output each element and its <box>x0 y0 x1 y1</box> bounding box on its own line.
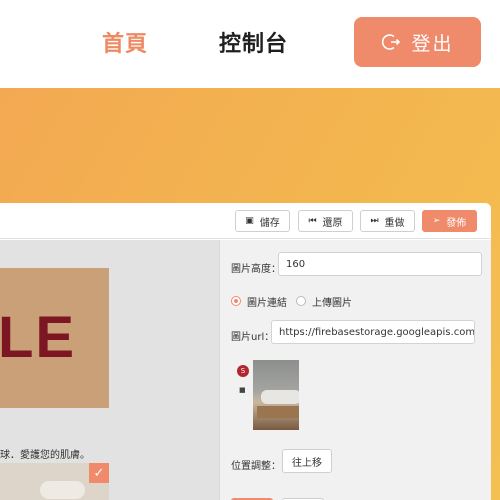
pillow-image <box>40 481 85 499</box>
logout-label: 登出 <box>411 32 454 55</box>
radio-image-link[interactable] <box>231 296 241 306</box>
publish-button[interactable]: ➢ 發佈 <box>422 210 477 232</box>
publish-label: 發佈 <box>446 217 467 229</box>
settings-sidebar: 圖片高度： 160 圖片連結 上傳圖片 圖片url： https://fireb… <box>219 240 491 500</box>
editor-toolbar: ▣ 儲存 ⏮ 還原 ⏭ 重做 ➢ 發佈 <box>0 203 491 239</box>
radio-upload-image[interactable] <box>296 296 306 306</box>
height-label: 圖片高度： <box>231 264 281 275</box>
editor-panel: ▣ 儲存 ⏮ 還原 ⏭ 重做 ➢ 發佈 LE 球．愛護您的肌膚。 ✓ 圖片高度：… <box>0 203 491 500</box>
save-icon: ▣ <box>245 216 254 226</box>
upload-image-option-label[interactable]: 上傳圖片 <box>312 294 352 309</box>
preview-canvas: LE 球．愛護您的肌膚。 ✓ <box>0 240 219 500</box>
url-input[interactable]: https://firebasestorage.googleapis.com/v… <box>271 320 475 344</box>
height-input[interactable]: 160 <box>278 252 482 276</box>
undo-button[interactable]: ⏮ 還原 <box>298 210 353 232</box>
undo-label: 還原 <box>322 217 343 229</box>
move-up-button[interactable]: 往上移 <box>282 449 332 473</box>
logout-icon <box>382 34 401 50</box>
save-button[interactable]: ▣ 儲存 <box>235 210 290 232</box>
undo-icon: ⏮ <box>308 216 317 226</box>
bed-frame-image <box>257 406 299 418</box>
redo-button[interactable]: ⏭ 重做 <box>360 210 415 232</box>
send-icon: ➢ <box>432 216 441 226</box>
url-label: 圖片url： <box>231 332 275 343</box>
banner-text: LE <box>0 305 77 370</box>
canvas-caption: 球．愛護您的肌膚。 <box>0 450 90 461</box>
position-label: 位置調整： <box>231 461 281 472</box>
save-label: 儲存 <box>259 217 280 229</box>
redo-icon: ⏭ <box>370 216 379 226</box>
image-link-option-label[interactable]: 圖片連結 <box>247 294 287 309</box>
bed-image <box>261 390 299 404</box>
nav-home-link[interactable]: 首頁 <box>102 26 148 58</box>
image-preview <box>253 360 299 430</box>
check-icon: ✓ <box>89 463 109 483</box>
logout-button[interactable]: 登出 <box>354 17 481 67</box>
nav-console-link[interactable]: 控制台 <box>219 26 288 58</box>
delete-badge-icon[interactable]: S <box>237 365 249 377</box>
image-marker-icon: ■ <box>239 386 246 394</box>
redo-label: 重做 <box>384 217 405 229</box>
top-navbar: 首頁 控制台 登出 <box>0 0 500 88</box>
banner-image[interactable]: LE <box>0 268 109 408</box>
